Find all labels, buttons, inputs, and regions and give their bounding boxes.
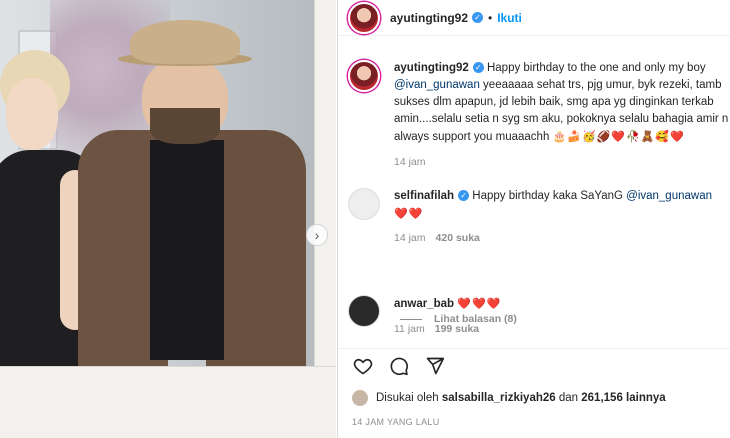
comment-item: selfinafilah ✓ Happy birthday kaka SaYanG… (348, 188, 730, 247)
comments-panel: ayutingting92 ✓ • Ikuti ayutingting92 ✓ H… (337, 0, 730, 438)
caption-mention[interactable]: @ivan_gunawan (394, 79, 480, 91)
likes-count[interactable]: 261,156 lainnya (581, 392, 665, 404)
comment-likes[interactable]: 199 suka (435, 323, 479, 335)
share-icon[interactable] (424, 355, 446, 377)
post-photo (0, 0, 314, 366)
post-header: ayutingting92 ✓ • Ikuti (338, 0, 730, 36)
liked-by: Disukai oleh salsabilla_rizkiyah26 dan 2… (352, 390, 666, 406)
action-bar (338, 348, 730, 378)
liker-avatar[interactable] (352, 390, 368, 406)
author-username[interactable]: ayutingting92 (390, 11, 468, 25)
post-timestamp[interactable]: 14 JAM YANG LALU (352, 417, 440, 427)
comment-icon[interactable] (388, 355, 410, 377)
comment-item: anwar_bab ❤️❤️❤️ 11 jam 199 suka (348, 295, 730, 338)
caption-text: Happy birthday to the one and only my bo… (486, 62, 706, 74)
comment-emojis: ❤️❤️ (394, 207, 424, 220)
author-avatar[interactable] (348, 1, 380, 34)
comment-likes[interactable]: 420 suka (436, 232, 480, 244)
verified-icon: ✓ (472, 12, 484, 23)
comment-text: Happy birthday kaka SaYanG (472, 190, 627, 202)
next-arrow-icon[interactable]: › (306, 224, 328, 246)
caption-username[interactable]: ayutingting92 (394, 62, 469, 74)
comment-username[interactable]: anwar_bab (394, 298, 454, 310)
comment-emojis: ❤️❤️❤️ (457, 297, 502, 310)
comments-list: ayutingting92 ✓ Happy birthday to the one… (338, 48, 730, 344)
comment-avatar[interactable] (348, 188, 380, 220)
caption-avatar[interactable] (348, 60, 380, 92)
post-media[interactable]: › (0, 0, 336, 438)
comment-avatar[interactable] (348, 295, 380, 327)
follow-button[interactable]: Ikuti (497, 11, 522, 25)
comment-time[interactable]: 14 jam (394, 232, 426, 244)
verified-icon: ✓ (458, 190, 470, 202)
heart-icon[interactable] (352, 355, 374, 377)
comment-mention[interactable]: @ivan_gunawan (626, 190, 712, 202)
verified-icon: ✓ (472, 62, 484, 74)
separator-dot: • (488, 10, 493, 25)
comment-username[interactable]: selfinafilah (394, 190, 454, 202)
instagram-post-view: › ayutingting92 ✓ • Ikuti ayutingting92 ✓… (0, 0, 730, 438)
liker-username[interactable]: salsabilla_rizkiyah26 (442, 392, 556, 404)
comment-time[interactable]: 11 jam (394, 323, 425, 335)
caption-item: ayutingting92 ✓ Happy birthday to the one… (348, 60, 730, 171)
caption-emojis: 🎂🍰🥳🏈❤️🥀🧸🥰❤️ (552, 130, 685, 143)
caption-time[interactable]: 14 jam (394, 156, 426, 168)
